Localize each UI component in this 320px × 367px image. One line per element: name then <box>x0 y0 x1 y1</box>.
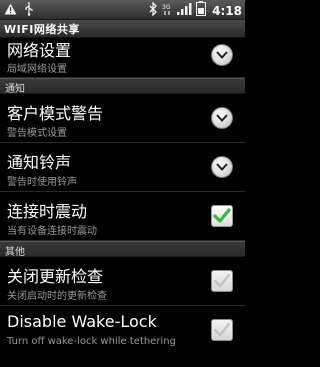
ringtone-summary: 警告时使用铃声 <box>7 177 77 188</box>
vibrate-summary: 当有设备连接时震动 <box>7 226 97 237</box>
wakelock-title: Disable Wake-Lock <box>7 312 157 331</box>
client-warning-item[interactable]: 客户模式警告 警告模式设置 <box>0 94 245 143</box>
network-settings-item[interactable]: 网络设置 局域网络设置 <box>0 39 245 78</box>
chevron-down-icon[interactable] <box>211 107 233 129</box>
client-warning-summary: 警告模式设置 <box>7 128 67 139</box>
checkmark-icon <box>213 208 231 223</box>
status-bar: 3G 4:18 <box>0 0 245 20</box>
network-settings-summary: 局域网络设置 <box>7 64 67 75</box>
battery-icon <box>196 1 207 20</box>
svg-text:3G: 3G <box>162 4 171 11</box>
section-header-notify-label: 通知 <box>5 84 25 95</box>
signal-icon <box>176 2 192 20</box>
bluetooth-icon <box>149 0 158 20</box>
data-3g-icon: 3G <box>162 2 172 20</box>
wakelock-item[interactable]: Disable Wake-Lock Turn off wake-lock whi… <box>0 306 245 355</box>
update-check-item[interactable]: 关闭更新检查 关闭启动时的更新检查 <box>0 257 245 306</box>
network-settings-title: 网络设置 <box>7 41 72 60</box>
update-check-checkbox[interactable] <box>211 270 233 292</box>
wakelock-summary: Turn off wake-lock while tethering <box>7 336 176 347</box>
vibrate-checkbox[interactable] <box>211 205 233 227</box>
wakelock-checkbox[interactable] <box>211 319 233 341</box>
vibrate-title: 连接时震动 <box>7 202 88 221</box>
chevron-down-icon[interactable] <box>211 44 233 66</box>
ringtone-title: 通知铃声 <box>7 153 72 172</box>
section-header-other-label: 其他 <box>5 247 25 258</box>
section-header-notify: 通知 <box>0 78 245 95</box>
vibrate-item[interactable]: 连接时震动 当有设备连接时震动 <box>0 192 245 241</box>
section-header-other: 其他 <box>0 241 245 258</box>
checkmark-icon <box>213 273 231 288</box>
client-warning-title: 客户模式警告 <box>7 104 104 123</box>
app-title: WIFI网络共享 <box>4 23 80 36</box>
status-bar-right: 3G 4:18 <box>149 0 242 20</box>
update-check-title: 关闭更新检查 <box>7 267 104 286</box>
warning-icon <box>4 3 17 19</box>
status-bar-left <box>4 2 34 20</box>
chevron-down-icon[interactable] <box>211 156 233 178</box>
status-bar-time: 4:18 <box>212 3 242 18</box>
preferences-list[interactable]: 网络设置 局域网络设置 通知 客户模式警告 警告模式设置 通知铃声 警告时使用铃… <box>0 39 245 355</box>
ringtone-item[interactable]: 通知铃声 警告时使用铃声 <box>0 143 245 192</box>
checkmark-icon <box>213 322 231 337</box>
update-check-summary: 关闭启动时的更新检查 <box>7 291 107 302</box>
usb-icon <box>24 2 34 20</box>
app-title-bar: WIFI网络共享 <box>0 20 245 38</box>
